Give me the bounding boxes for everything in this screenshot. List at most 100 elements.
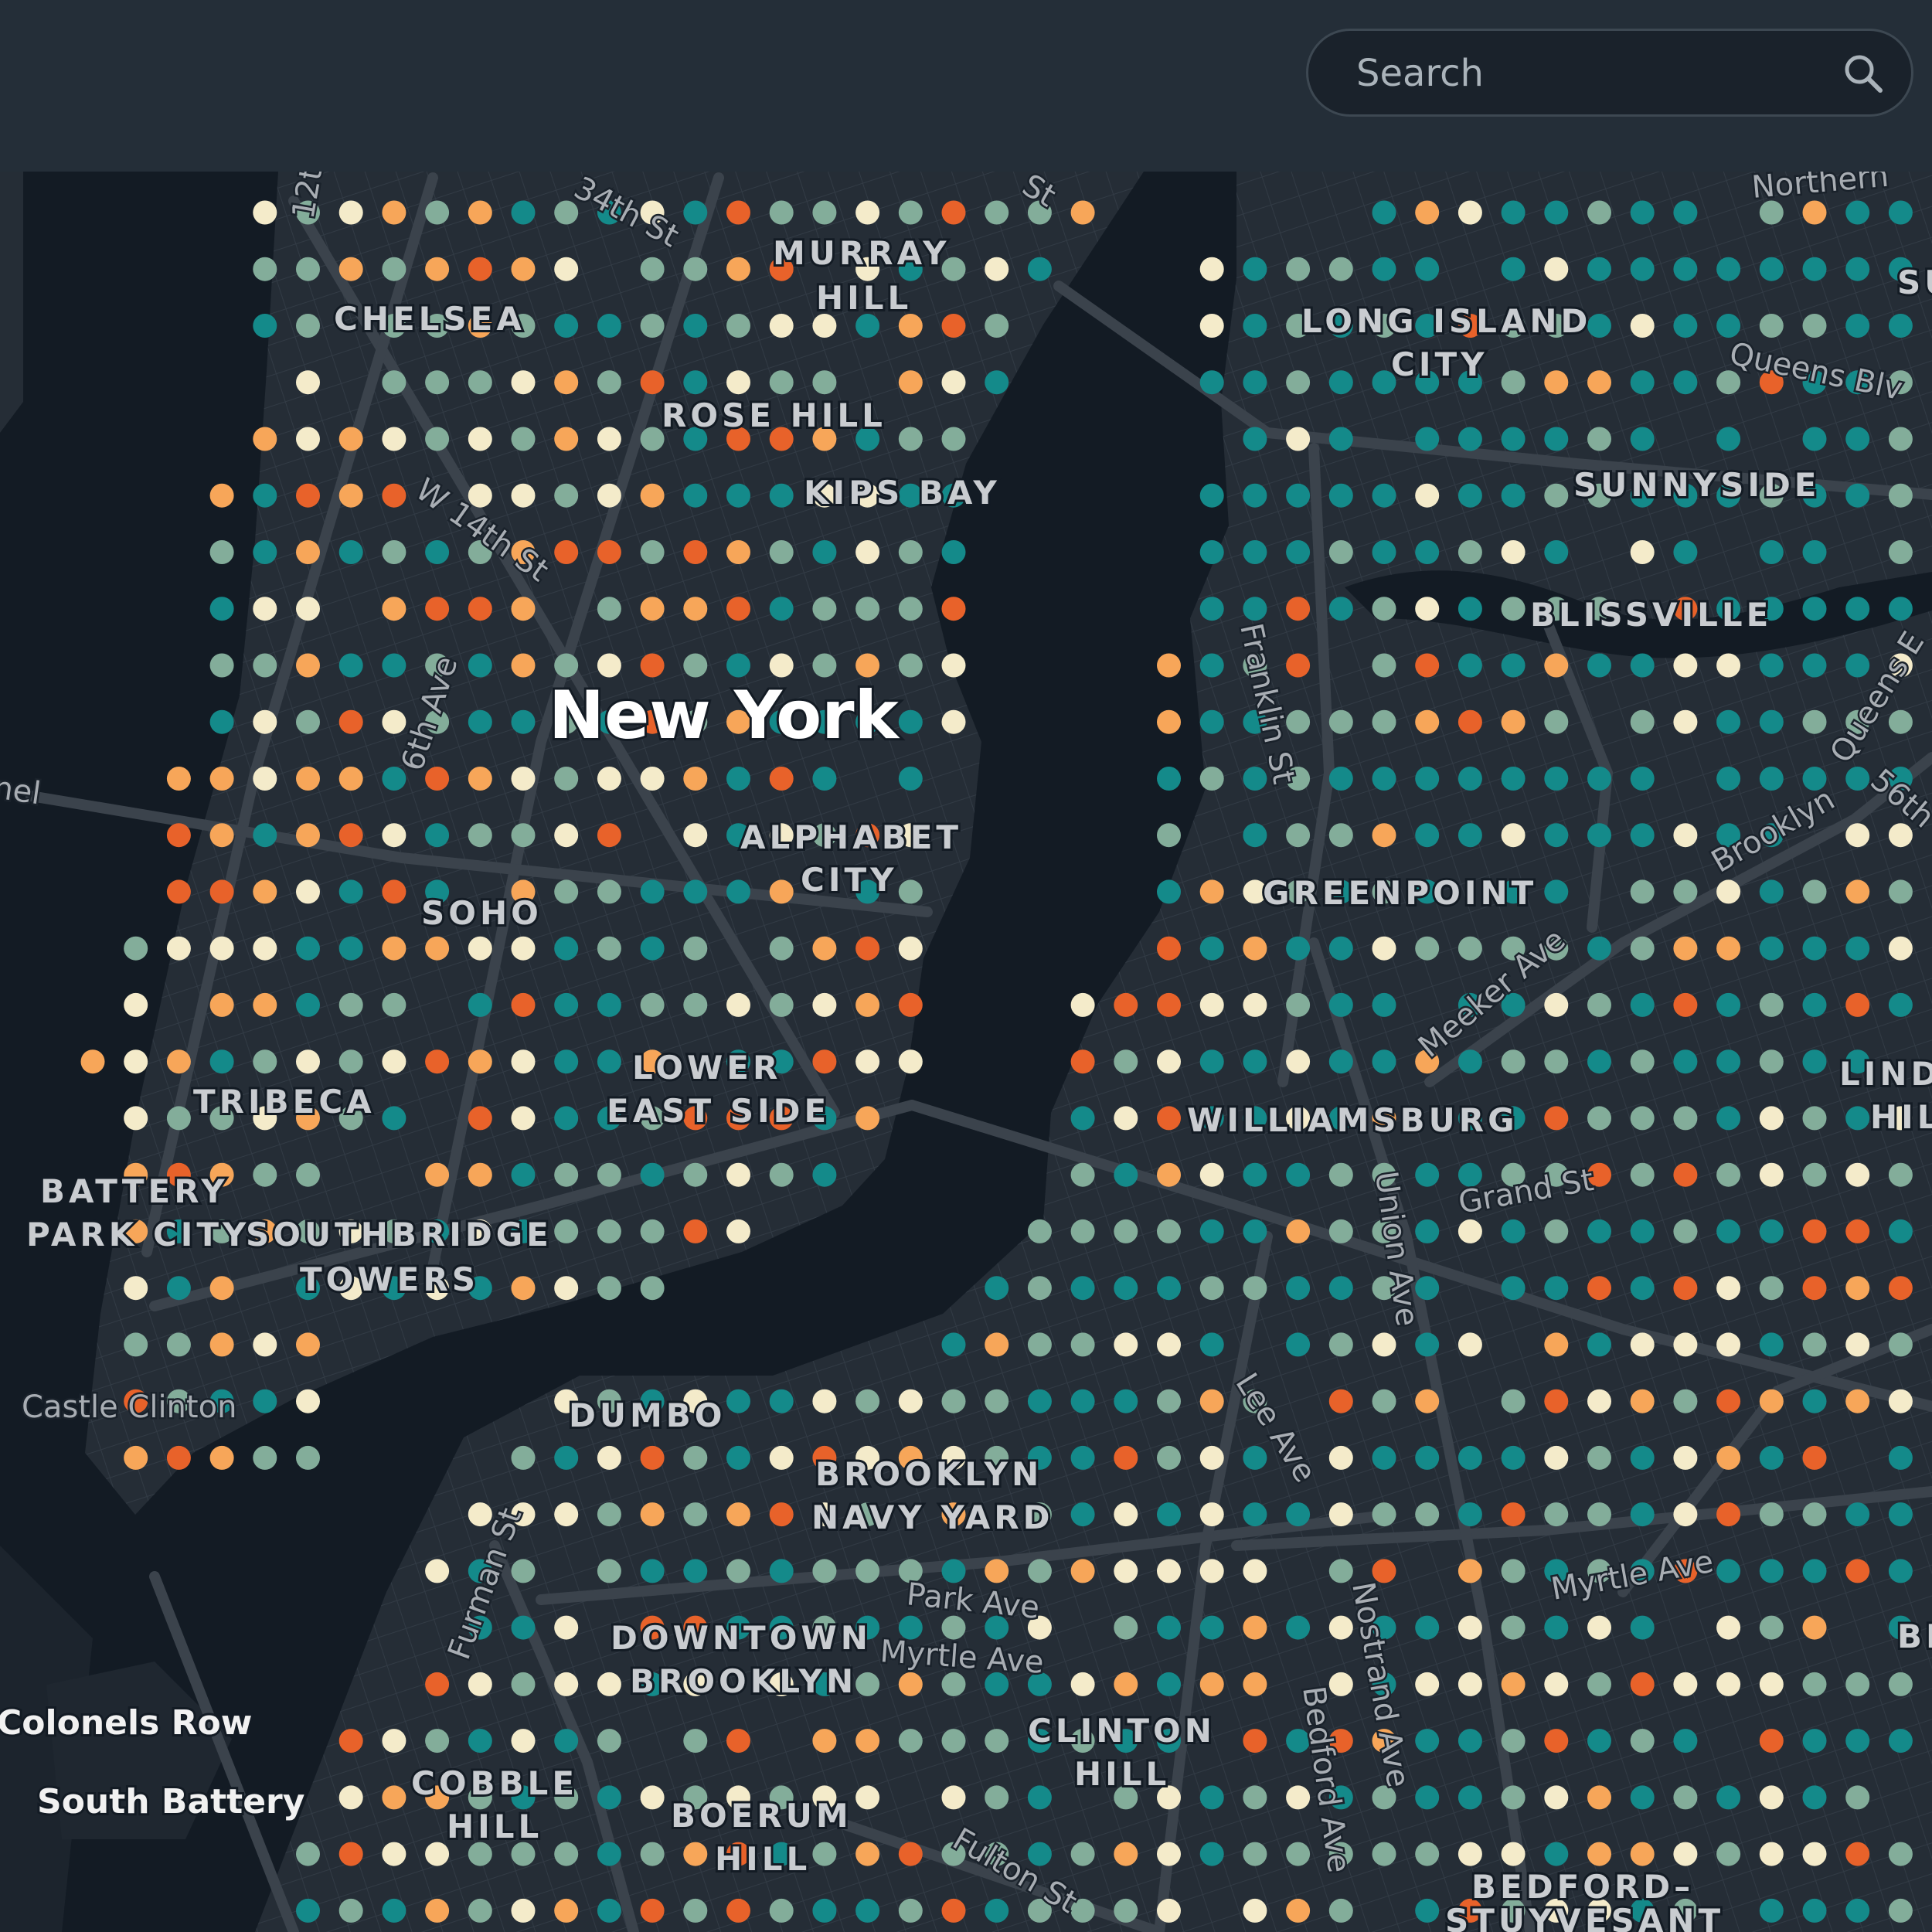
data-dot: [1114, 1615, 1138, 1640]
data-dot: [1544, 1729, 1569, 1753]
data-dot: [554, 653, 579, 678]
data-dot: [1070, 1219, 1095, 1243]
data-dot: [1286, 540, 1311, 564]
data-dot: [1544, 1842, 1569, 1866]
data-dot: [1802, 879, 1827, 904]
data-dot: [511, 767, 536, 791]
data-dot: [1199, 1445, 1224, 1470]
data-dot: [382, 1729, 406, 1753]
data-dot: [1888, 879, 1913, 904]
data-dot: [1630, 427, 1655, 451]
search-box[interactable]: [1306, 29, 1913, 117]
data-dot: [1199, 483, 1224, 508]
data-dot: [898, 879, 923, 904]
data-dot: [1157, 1842, 1181, 1866]
data-dot: [296, 1332, 320, 1357]
data-dot: [898, 1842, 923, 1866]
data-dot: [209, 483, 234, 508]
data-dot: [425, 427, 450, 451]
data-dot: [812, 992, 837, 1017]
data-dot: [511, 1842, 536, 1866]
data-dot: [1157, 1276, 1181, 1301]
data-dot: [1415, 1389, 1440, 1413]
data-dot: [1544, 1332, 1569, 1357]
data-dot: [1888, 1729, 1913, 1753]
data-dot: [425, 200, 450, 225]
data-dot: [1888, 1842, 1913, 1866]
data-dot: [640, 1445, 665, 1470]
data-dot: [1157, 1049, 1181, 1074]
data-dot: [683, 1162, 708, 1187]
data-dot: [1630, 200, 1655, 225]
data-dot: [382, 653, 406, 678]
data-dot: [1716, 1672, 1741, 1696]
data-dot: [1157, 767, 1181, 791]
street-label: nel: [0, 770, 43, 811]
data-dot: [1157, 936, 1181, 961]
data-dot: [769, 879, 794, 904]
neighborhood-label: HIL: [1870, 1098, 1932, 1136]
data-dot: [1802, 1898, 1827, 1923]
data-dot: [683, 1445, 708, 1470]
data-dot: [1372, 597, 1396, 621]
search-icon[interactable]: [1842, 52, 1885, 95]
data-dot: [855, 1898, 880, 1923]
data-dot: [1415, 1219, 1440, 1243]
data-dot: [1415, 427, 1440, 451]
data-dot: [296, 370, 320, 395]
map-view[interactable]: New York MURRAY HILL CHELSEA ROSE HILL K…: [0, 172, 1932, 1932]
data-dot: [1630, 1219, 1655, 1243]
data-dot: [1759, 653, 1784, 678]
data-dot: [296, 1898, 320, 1923]
data-dot: [1243, 483, 1267, 508]
data-dot: [1157, 709, 1181, 734]
data-dot: [1673, 1276, 1698, 1301]
data-dot: [1845, 823, 1870, 848]
data-dot: [1415, 709, 1440, 734]
data-dot: [1630, 936, 1655, 961]
data-dot: [1802, 1332, 1827, 1357]
data-dot: [1027, 1785, 1052, 1810]
data-dot: [597, 1729, 621, 1753]
data-dot: [1587, 653, 1611, 678]
data-dot: [1501, 1276, 1526, 1301]
data-dot: [1544, 992, 1569, 1017]
data-dot: [1199, 1785, 1224, 1810]
data-dot: [338, 1785, 363, 1810]
data-dot: [124, 1106, 148, 1131]
data-dot: [468, 1106, 492, 1131]
data-dot: [1759, 992, 1784, 1017]
search-input[interactable]: [1355, 31, 1821, 116]
data-dot: [1243, 1219, 1267, 1243]
data-dot: [511, 1559, 536, 1583]
data-dot: [985, 1785, 1009, 1810]
data-dot: [855, 992, 880, 1017]
data-dot: [1070, 1389, 1095, 1413]
data-dot: [597, 1842, 621, 1866]
data-dot: [1845, 1332, 1870, 1357]
data-dot: [1759, 1615, 1784, 1640]
data-dot: [941, 1672, 966, 1696]
data-dot: [855, 1559, 880, 1583]
data-dot: [1802, 1445, 1827, 1470]
data-dot: [253, 992, 277, 1017]
data-dot: [1544, 200, 1569, 225]
data-dot: [1501, 1049, 1526, 1074]
data-dot: [338, 1049, 363, 1074]
map-canvas[interactable]: New York MURRAY HILL CHELSEA ROSE HILL K…: [0, 172, 1932, 1932]
data-dot: [1328, 1445, 1353, 1470]
data-dot: [1759, 1276, 1784, 1301]
data-dot: [1286, 1049, 1311, 1074]
data-dot: [1501, 427, 1526, 451]
data-dot: [1845, 992, 1870, 1017]
data-dot: [296, 1049, 320, 1074]
data-dot: [1888, 540, 1913, 564]
data-dot: [124, 1445, 148, 1470]
data-dot: [338, 200, 363, 225]
data-dot: [1415, 1332, 1440, 1357]
data-dot: [1630, 540, 1655, 564]
data-dot: [1716, 767, 1741, 791]
data-dot: [597, 1559, 621, 1583]
data-dot: [253, 1332, 277, 1357]
data-dot: [1802, 1502, 1827, 1527]
